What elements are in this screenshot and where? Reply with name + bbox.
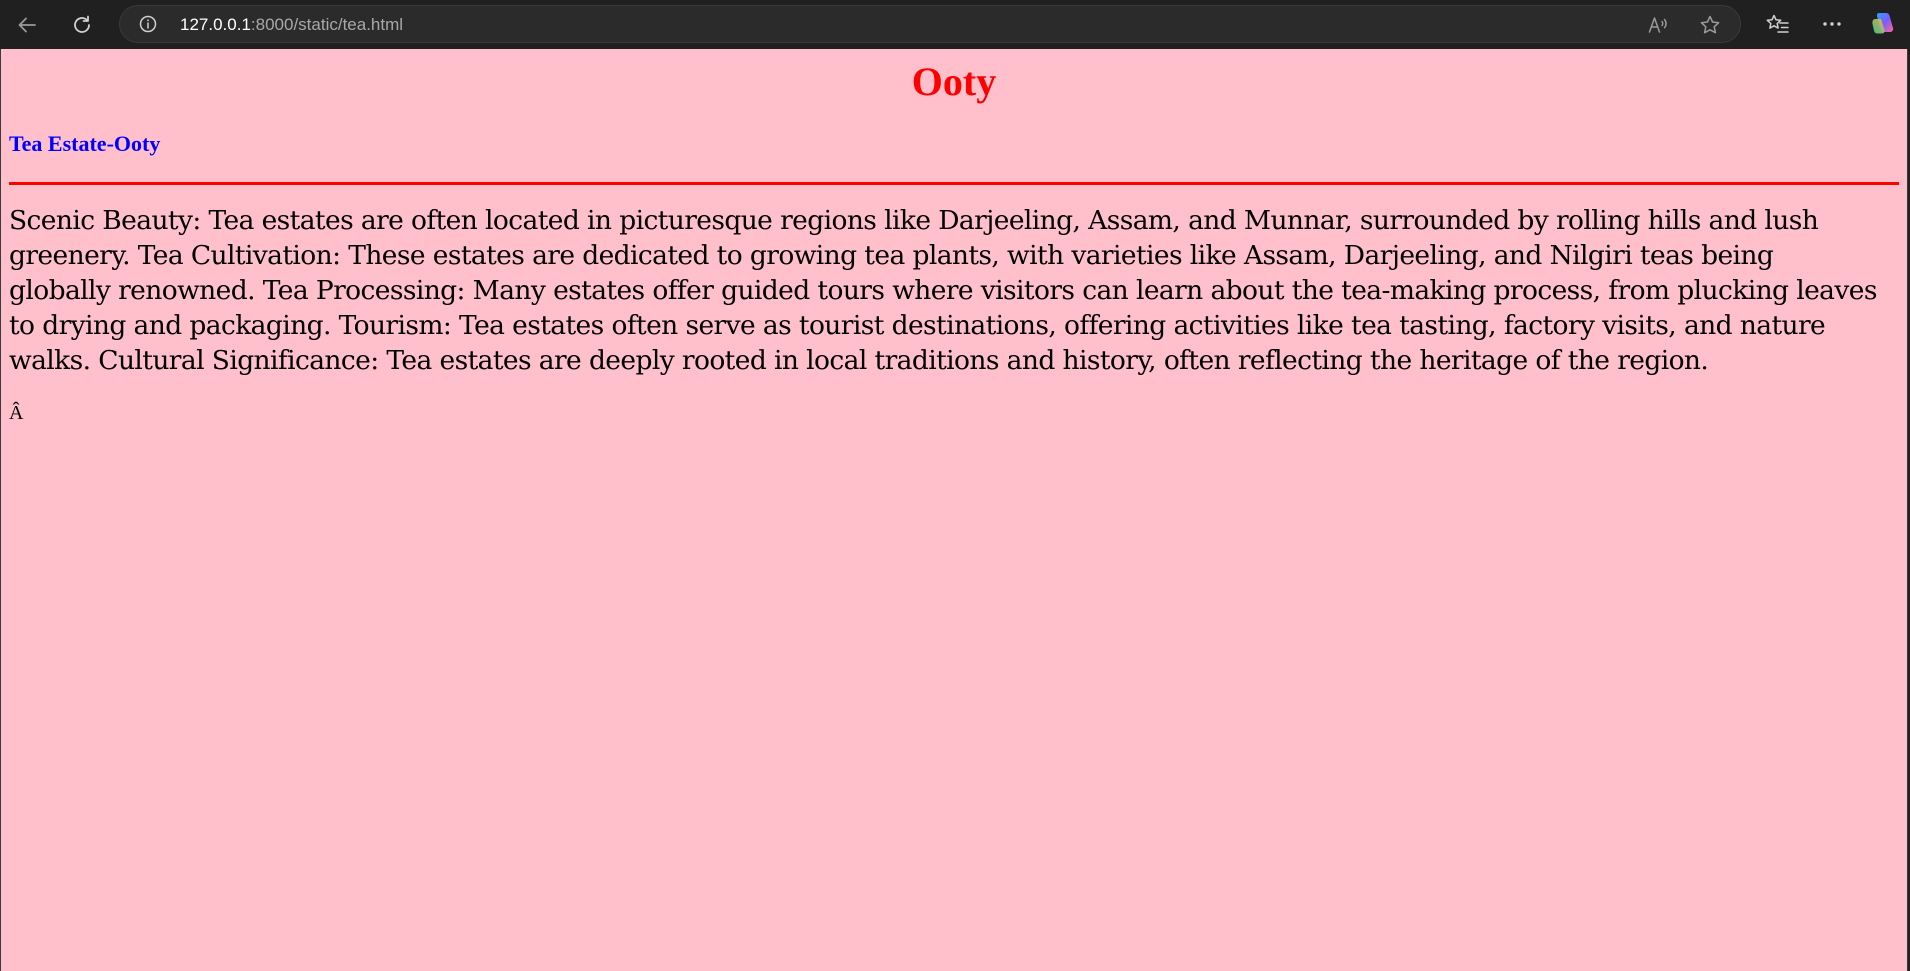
page-title: Ooty — [911, 59, 997, 104]
url-path: :8000/static/tea.html — [250, 15, 404, 34]
site-info-icon[interactable] — [139, 15, 157, 33]
address-bar[interactable]: 127.0.0.1:8000/static/tea.html — [119, 5, 1741, 43]
back-button[interactable] — [12, 10, 42, 40]
url-host: 127.0.0.1 — [180, 15, 251, 34]
reload-button[interactable] — [67, 10, 97, 40]
reload-icon — [74, 15, 90, 33]
divider — [9, 182, 1899, 185]
more-icon[interactable] — [1819, 11, 1845, 37]
star-icon[interactable] — [1699, 14, 1721, 36]
favorites-icon[interactable] — [1765, 11, 1791, 37]
browser-toolbar: 127.0.0.1:8000/static/tea.html — [0, 0, 1910, 49]
stray-character: Â — [9, 402, 24, 424]
copilot-icon[interactable] — [1871, 11, 1897, 37]
back-arrow-icon — [18, 17, 36, 33]
body-paragraph: Scenic Beauty: Tea estates are often loc… — [9, 205, 1877, 376]
url-text[interactable]: 127.0.0.1:8000/static/tea.html — [180, 15, 403, 35]
read-aloud-icon[interactable] — [1647, 14, 1669, 36]
page-content: Ooty Tea Estate-Ooty Scenic Beauty: Tea … — [0, 49, 1908, 971]
page-subtitle: Tea Estate-Ooty — [9, 131, 161, 156]
